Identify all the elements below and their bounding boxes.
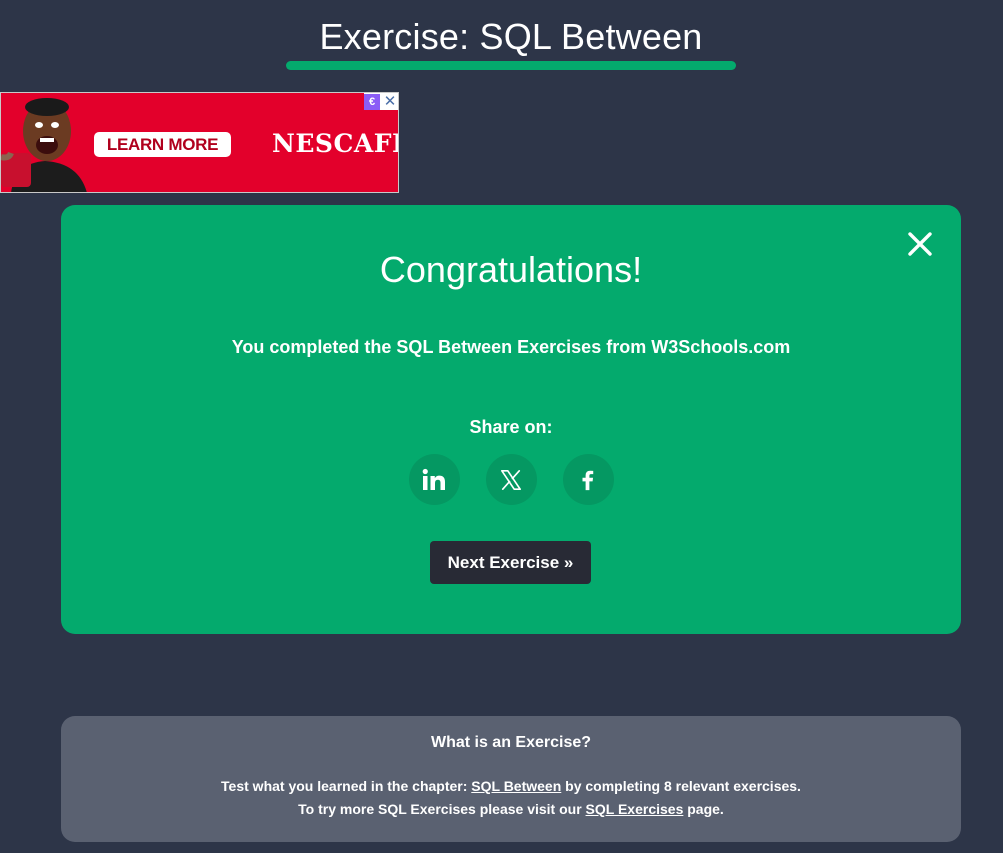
facebook-icon (582, 470, 594, 490)
info-line-chapter: Test what you learned in the chapter: SQ… (61, 778, 961, 794)
ad-choices[interactable]: € ✕ (364, 93, 398, 110)
next-exercise-button[interactable]: Next Exercise » (430, 541, 591, 584)
congrats-heading: Congratulations! (379, 249, 643, 290)
sql-between-link[interactable]: SQL Between (471, 778, 561, 794)
share-facebook-button[interactable] (562, 454, 614, 505)
congrats-message: You completed the SQL Between Exercises … (231, 337, 791, 357)
info-line2-prefix: To try more SQL Exercises please visit o… (298, 801, 586, 817)
ad-brand-logo: NESCAFÉ (272, 129, 399, 158)
ad-learn-more-button[interactable]: LEARN MORE (94, 132, 231, 157)
share-linkedin-button[interactable] (408, 454, 460, 505)
info-line1-prefix: Test what you learned in the chapter: (221, 778, 472, 794)
share-buttons (61, 454, 961, 505)
sql-exercises-link[interactable]: SQL Exercises (586, 801, 684, 817)
info-heading: What is an Exercise? (430, 734, 592, 751)
adchoices-icon[interactable]: € (364, 93, 380, 110)
share-label: Share on: (469, 417, 553, 437)
ad-person-image (1, 93, 97, 192)
page-title: Exercise: SQL Between (319, 16, 703, 57)
title-underline (286, 61, 736, 70)
congrats-panel: Congratulations! You completed the SQL B… (61, 205, 961, 634)
share-x-button[interactable] (485, 454, 537, 505)
info-line-more: To try more SQL Exercises please visit o… (61, 801, 961, 817)
page: Exercise: SQL Between LEARN MORE NESCAFÉ… (0, 0, 1003, 853)
linkedin-icon (422, 468, 445, 490)
info-panel: What is an Exercise? Test what you learn… (61, 716, 961, 842)
x-icon (501, 469, 521, 490)
ad-banner[interactable]: LEARN MORE NESCAFÉ € ✕ (0, 92, 399, 193)
ad-close-icon[interactable]: ✕ (382, 93, 398, 110)
info-line2-suffix: page. (683, 801, 724, 817)
info-line1-suffix: by completing 8 relevant exercises. (561, 778, 801, 794)
